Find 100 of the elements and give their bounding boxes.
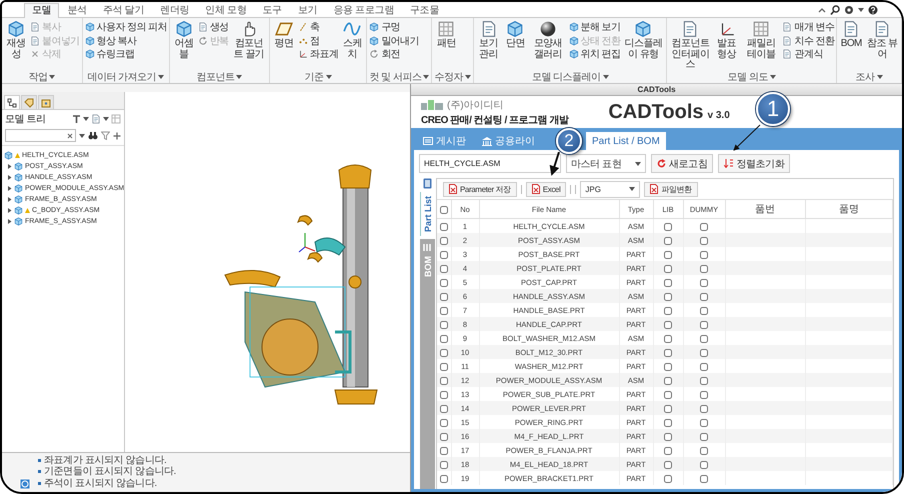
ribbon-button[interactable]: 단면 <box>503 20 528 50</box>
settings-icon[interactable] <box>844 5 854 15</box>
expand-arrow-icon[interactable] <box>7 175 12 180</box>
lib-checkbox[interactable] <box>664 404 672 412</box>
save-parameter-button[interactable]: Parameter 저장 <box>443 182 517 196</box>
excel-button[interactable]: Excel <box>526 182 566 196</box>
row-checkbox[interactable] <box>440 362 448 370</box>
ribbon-tab[interactable]: 구조물 <box>402 3 448 17</box>
lib-checkbox[interactable] <box>664 222 672 230</box>
row-checkbox[interactable] <box>440 446 448 454</box>
lib-checkbox[interactable] <box>664 334 672 342</box>
row-checkbox[interactable] <box>440 292 448 300</box>
ribbon-tab[interactable]: 렌더링 <box>152 3 198 17</box>
ribbon-tab[interactable]: 응용 프로그램 <box>325 3 402 17</box>
dummy-checkbox[interactable] <box>700 306 708 314</box>
dummy-checkbox[interactable] <box>700 418 708 426</box>
filter-icon[interactable] <box>101 131 110 140</box>
dummy-checkbox[interactable] <box>700 334 708 342</box>
dummy-checkbox[interactable] <box>700 250 708 258</box>
dummy-checkbox[interactable] <box>700 460 708 468</box>
globe-icon[interactable] <box>20 479 30 489</box>
dummy-checkbox[interactable] <box>700 376 708 384</box>
ribbon-button[interactable]: BOM <box>839 20 864 50</box>
convert-file-button[interactable]: 파일변환 <box>644 182 698 196</box>
file-name-field[interactable]: HELTH_CYCLE.ASM <box>419 154 561 173</box>
lib-checkbox[interactable] <box>664 236 672 244</box>
lib-checkbox[interactable] <box>664 362 672 370</box>
row-checkbox[interactable] <box>440 460 448 468</box>
row-checkbox[interactable] <box>440 404 448 412</box>
ribbon-button[interactable]: 좌표계 <box>298 48 338 60</box>
ribbon-button[interactable]: 관계식 <box>782 48 834 60</box>
row-checkbox[interactable] <box>440 418 448 426</box>
ribbon-button[interactable]: 생성 <box>198 21 229 34</box>
lib-checkbox[interactable] <box>664 264 672 272</box>
ribbon-button[interactable]: 재생성 <box>4 20 28 60</box>
ribbon-button[interactable]: 평면 <box>272 20 296 50</box>
ribbon-button[interactable]: 참조 뷰어 <box>865 20 899 60</box>
expand-arrow-icon[interactable] <box>7 186 12 191</box>
ribbon-button[interactable]: 어셈블 <box>172 20 196 60</box>
dummy-checkbox[interactable] <box>700 432 708 440</box>
panel-tab[interactable] <box>4 95 20 109</box>
ribbon-button[interactable]: 슈링크랩 <box>84 48 167 60</box>
lib-checkbox[interactable] <box>664 390 672 398</box>
dummy-checkbox[interactable] <box>700 362 708 370</box>
format-dropdown[interactable]: JPG <box>580 180 640 198</box>
row-checkbox[interactable] <box>440 390 448 398</box>
dummy-checkbox[interactable] <box>700 474 708 482</box>
ribbon-button[interactable]: 축 <box>298 21 338 34</box>
ribbon-button[interactable]: 분해 보기 <box>568 21 620 34</box>
row-checkbox[interactable] <box>440 432 448 440</box>
ribbon-button[interactable]: 컴포넌트 인터페이스 <box>669 20 712 70</box>
ribbon-tab[interactable]: 보기 <box>290 3 326 17</box>
lib-checkbox[interactable] <box>664 306 672 314</box>
search-icon[interactable] <box>830 5 840 15</box>
ribbon-tab[interactable]: 인체 모형 <box>197 3 254 17</box>
dummy-checkbox[interactable] <box>700 264 708 272</box>
row-checkbox[interactable] <box>440 320 448 328</box>
ribbon-button[interactable]: 위치 편집 <box>568 48 620 60</box>
lib-checkbox[interactable] <box>664 460 672 468</box>
refresh-button[interactable]: 새로고침 <box>651 154 714 173</box>
select-all-checkbox[interactable] <box>440 206 448 214</box>
app-tab[interactable]: Part List / BOM <box>586 132 666 150</box>
ribbon-button[interactable]: 패밀리 테이블 <box>742 20 780 60</box>
clear-icon[interactable] <box>67 132 73 138</box>
lib-checkbox[interactable] <box>664 432 672 440</box>
search-field[interactable] <box>5 129 76 142</box>
dummy-checkbox[interactable] <box>700 446 708 454</box>
row-checkbox[interactable] <box>440 222 448 230</box>
lib-checkbox[interactable] <box>664 376 672 384</box>
reset-sort-button[interactable]: 정렬초기화 <box>718 154 790 173</box>
ribbon-button[interactable]: 형상 복사 <box>84 34 167 47</box>
dummy-checkbox[interactable] <box>700 222 708 230</box>
help-icon[interactable] <box>868 5 878 15</box>
ribbon-button[interactable]: 매개 변수 <box>782 21 834 34</box>
ribbon-button[interactable]: 점 <box>298 34 338 47</box>
ribbon-tab[interactable]: 도구 <box>254 3 290 17</box>
lib-checkbox[interactable] <box>664 278 672 286</box>
collapse-icon[interactable] <box>818 6 826 14</box>
dummy-checkbox[interactable] <box>700 292 708 300</box>
lib-checkbox[interactable] <box>664 348 672 356</box>
ribbon-button[interactable]: 밀어내기 <box>369 34 419 47</box>
dummy-checkbox[interactable] <box>700 320 708 328</box>
lib-checkbox[interactable] <box>664 418 672 426</box>
ribbon-button[interactable]: 스케치 <box>340 20 364 60</box>
ribbon-button[interactable]: 보기 관리 <box>476 20 502 60</box>
lib-checkbox[interactable] <box>664 250 672 258</box>
row-checkbox[interactable] <box>440 306 448 314</box>
dummy-checkbox[interactable] <box>700 348 708 356</box>
lib-checkbox[interactable] <box>664 474 672 482</box>
lib-checkbox[interactable] <box>664 446 672 454</box>
ribbon-tab[interactable]: 분석 <box>59 3 95 17</box>
ribbon-button[interactable]: 패턴 <box>434 20 458 50</box>
book-icon[interactable] <box>423 178 432 189</box>
dummy-checkbox[interactable] <box>700 404 708 412</box>
panel-tab[interactable] <box>38 95 54 109</box>
row-checkbox[interactable] <box>440 278 448 286</box>
expand-arrow-icon[interactable] <box>7 197 12 202</box>
dummy-checkbox[interactable] <box>700 236 708 244</box>
ribbon-button[interactable]: 회전 <box>369 48 419 60</box>
ribbon-button[interactable]: 컴포넌트 끌기 <box>230 20 268 60</box>
